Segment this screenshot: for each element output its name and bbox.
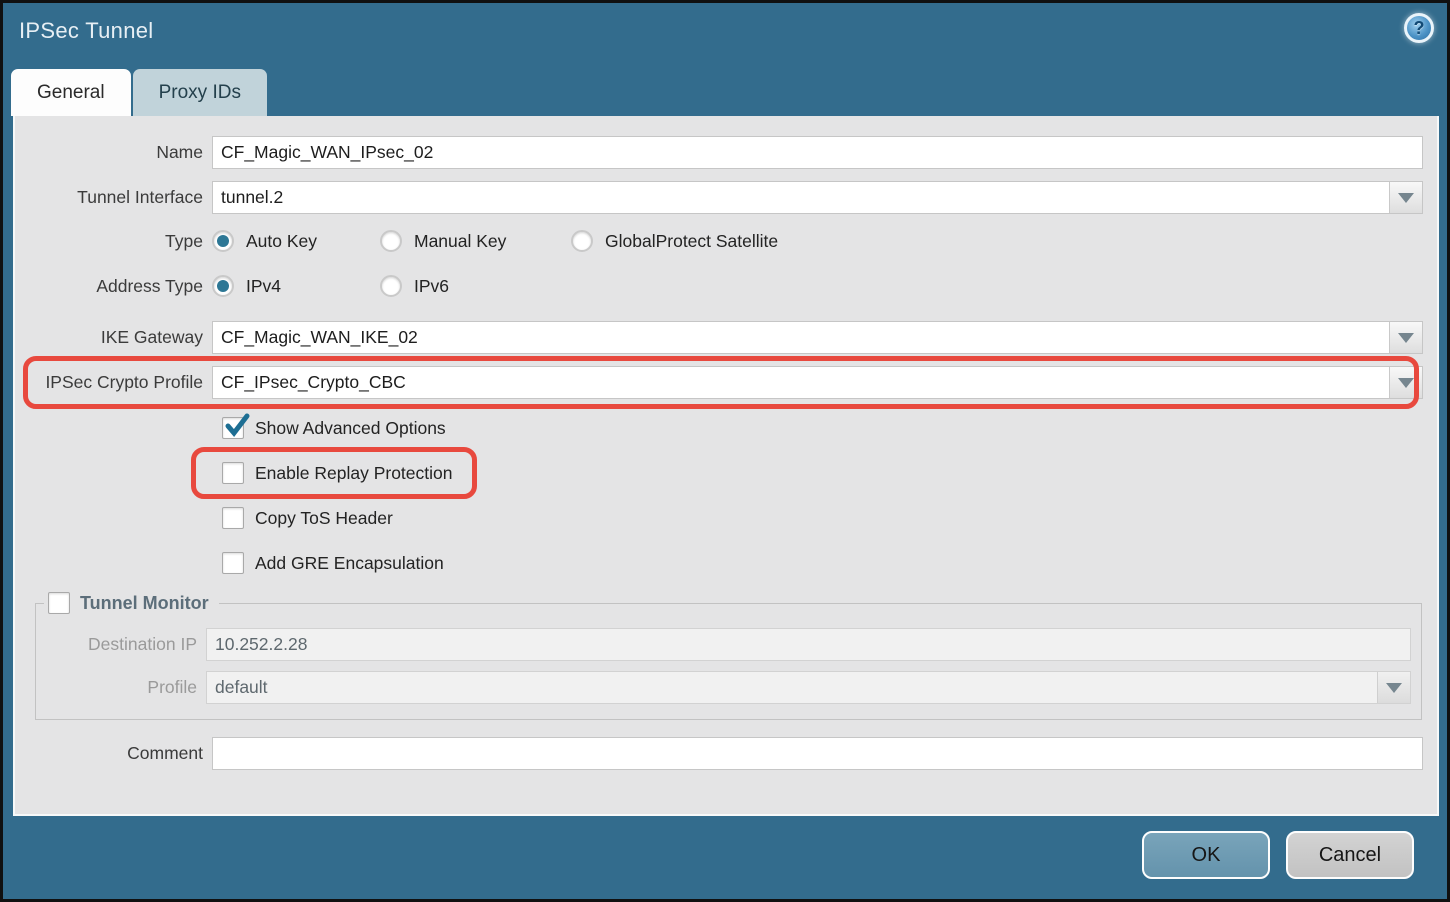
ike-gateway-select[interactable] <box>212 321 1423 354</box>
checkbox-icon <box>222 507 244 529</box>
tunnel-monitor-label: Tunnel Monitor <box>80 593 209 614</box>
destination-ip-row: Destination IP <box>36 628 1411 661</box>
profile-label: Profile <box>36 677 206 698</box>
footer-button-bar: OK Cancel <box>1142 831 1414 879</box>
address-type-label: Address Type <box>15 276 212 297</box>
tunnel-interface-select[interactable] <box>212 181 1423 214</box>
checkbox-icon <box>222 417 244 439</box>
show-advanced-options-checkbox[interactable]: Show Advanced Options <box>222 417 446 439</box>
radio-manual-key[interactable]: Manual Key <box>380 230 543 252</box>
chevron-down-icon <box>1398 193 1414 203</box>
radio-icon <box>571 230 593 252</box>
name-input[interactable] <box>212 136 1423 169</box>
show-advanced-options-row: Show Advanced Options <box>222 417 1437 439</box>
tunnel-monitor-checkbox[interactable] <box>48 592 70 614</box>
radio-auto-key[interactable]: Auto Key <box>212 230 352 252</box>
address-type-row: Address Type IPv4 IPv6 <box>15 275 1423 297</box>
tunnel-monitor-section: Tunnel Monitor Destination IP Profile <box>35 592 1422 720</box>
comment-input[interactable] <box>212 737 1423 770</box>
ipsec-crypto-profile-input[interactable] <box>213 367 1389 398</box>
ipsec-crypto-profile-select[interactable] <box>212 366 1423 399</box>
help-icon[interactable]: ? <box>1404 13 1434 43</box>
ike-gateway-input[interactable] <box>213 322 1389 353</box>
page-title: IPSec Tunnel <box>19 18 153 44</box>
radio-ipv6[interactable]: IPv6 <box>380 275 449 297</box>
chevron-down-icon <box>1398 378 1414 388</box>
ike-gateway-dropdown-button[interactable] <box>1389 322 1422 353</box>
comment-label: Comment <box>15 743 212 764</box>
profile-row: Profile <box>36 671 1411 704</box>
tunnel-interface-row: Tunnel Interface <box>15 181 1423 214</box>
radio-icon <box>380 230 402 252</box>
copy-tos-header-checkbox[interactable]: Copy ToS Header <box>222 507 393 529</box>
tunnel-interface-dropdown-button[interactable] <box>1389 182 1422 213</box>
profile-input <box>207 672 1377 703</box>
radio-icon <box>380 275 402 297</box>
type-row: Type Auto Key Manual Key GlobalProtect S… <box>15 230 1423 252</box>
radio-ipv4[interactable]: IPv4 <box>212 275 352 297</box>
profile-dropdown-button <box>1377 672 1410 703</box>
enable-replay-protection-checkbox[interactable]: Enable Replay Protection <box>222 462 452 484</box>
ike-gateway-row: IKE Gateway <box>15 321 1423 354</box>
cancel-button[interactable]: Cancel <box>1286 831 1414 879</box>
destination-ip-label: Destination IP <box>36 634 206 655</box>
radio-globalprotect-satellite[interactable]: GlobalProtect Satellite <box>571 230 778 252</box>
ok-button[interactable]: OK <box>1142 831 1270 879</box>
ipsec-crypto-profile-row: IPSec Crypto Profile <box>15 366 1423 399</box>
tunnel-monitor-legend: Tunnel Monitor <box>44 592 219 614</box>
type-label: Type <box>15 231 212 252</box>
radio-icon <box>212 275 234 297</box>
name-row: Name <box>15 136 1423 169</box>
copy-tos-header-row: Copy ToS Header <box>222 507 1437 529</box>
destination-ip-input <box>206 628 1411 661</box>
tab-general[interactable]: General <box>11 69 131 116</box>
tab-bar: General Proxy IDs <box>11 69 267 116</box>
general-tab-panel: Name Tunnel Interface Type <box>13 116 1439 816</box>
chevron-down-icon <box>1398 333 1414 343</box>
ipsec-crypto-profile-dropdown-button[interactable] <box>1389 367 1422 398</box>
tunnel-interface-label: Tunnel Interface <box>15 187 212 208</box>
radio-icon <box>212 230 234 252</box>
enable-replay-protection-row: Enable Replay Protection <box>222 462 1437 484</box>
ipsec-crypto-profile-label: IPSec Crypto Profile <box>15 372 212 393</box>
ipsec-tunnel-dialog: IPSec Tunnel ? General Proxy IDs Name Tu… <box>0 0 1450 902</box>
profile-select <box>206 671 1411 704</box>
checkmark-icon <box>222 411 252 441</box>
tab-proxy-ids[interactable]: Proxy IDs <box>133 69 267 116</box>
add-gre-encapsulation-checkbox[interactable]: Add GRE Encapsulation <box>222 552 444 574</box>
ike-gateway-label: IKE Gateway <box>15 327 212 348</box>
comment-row: Comment <box>15 737 1423 770</box>
checkbox-icon <box>222 462 244 484</box>
add-gre-encapsulation-row: Add GRE Encapsulation <box>222 552 1437 574</box>
chevron-down-icon <box>1386 683 1402 693</box>
checkbox-icon <box>222 552 244 574</box>
tunnel-interface-input[interactable] <box>213 182 1389 213</box>
title-bar: IPSec Tunnel ? <box>3 3 1447 66</box>
name-label: Name <box>15 142 212 163</box>
